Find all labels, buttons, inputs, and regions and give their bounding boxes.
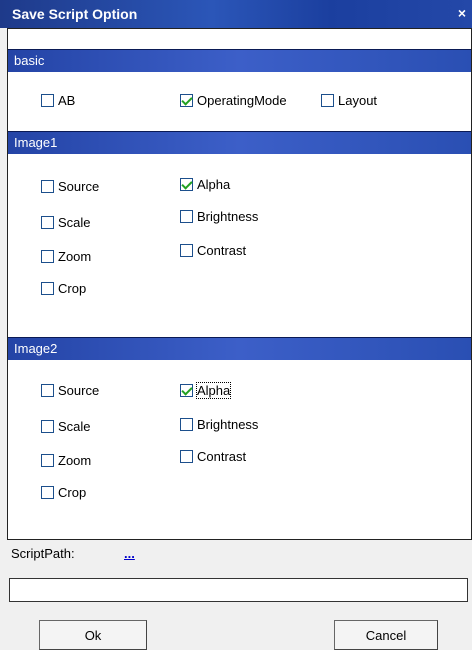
section-header: Image2 xyxy=(8,337,471,360)
checkbox-icon[interactable] xyxy=(41,420,54,433)
checkbox-icon[interactable] xyxy=(41,282,54,295)
checkbox-label: Layout xyxy=(338,93,378,108)
checkbox-icon[interactable] xyxy=(180,418,193,431)
checkbox-image1-source[interactable]: Source xyxy=(41,179,99,194)
checkbox-icon[interactable] xyxy=(41,250,54,263)
checkbox-icon[interactable] xyxy=(41,180,54,193)
checkbox-icon[interactable] xyxy=(180,384,193,397)
window-title: Save Script Option xyxy=(12,6,138,22)
title-bar: Save Script Option × xyxy=(0,0,472,28)
section-image1: Image1 xyxy=(8,131,471,154)
checkbox-label: Contrast xyxy=(197,243,247,258)
checkbox-image2-scale[interactable]: Scale xyxy=(41,419,91,434)
checkbox-image1-brightness[interactable]: Brightness xyxy=(180,209,258,224)
checkbox-image1-crop[interactable]: Crop xyxy=(41,281,86,296)
checkbox-image2-source[interactable]: Source xyxy=(41,383,99,398)
checkbox-label: Crop xyxy=(58,485,87,500)
checkbox-icon[interactable] xyxy=(41,94,54,107)
checkbox-label: Alpha xyxy=(197,177,231,192)
checkbox-image2-brightness[interactable]: Brightness xyxy=(180,417,258,432)
checkbox-icon[interactable] xyxy=(41,384,54,397)
checkbox-icon[interactable] xyxy=(180,178,193,191)
checkbox-icon[interactable] xyxy=(180,94,193,107)
close-icon[interactable]: × xyxy=(458,5,466,21)
checkbox-icon[interactable] xyxy=(180,450,193,463)
checkbox-basic-ab[interactable]: AB xyxy=(41,93,75,108)
checkbox-icon[interactable] xyxy=(321,94,334,107)
script-path-input[interactable] xyxy=(9,578,468,602)
section-header: Image1 xyxy=(8,131,471,154)
checkbox-image2-zoom[interactable]: Zoom xyxy=(41,453,91,468)
checkbox-label: Scale xyxy=(58,419,91,434)
checkbox-label: Scale xyxy=(58,215,91,230)
checkbox-label: Crop xyxy=(58,281,87,296)
checkbox-label: Zoom xyxy=(58,453,92,468)
checkbox-label: AB xyxy=(58,93,76,108)
checkbox-image1-alpha[interactable]: Alpha xyxy=(180,177,230,192)
script-path-label: ScriptPath: xyxy=(11,546,75,561)
ok-button[interactable]: Ok xyxy=(39,620,147,650)
options-panel: basic AB OperatingMode Layout Image1 Sou… xyxy=(7,28,472,540)
checkbox-icon[interactable] xyxy=(180,244,193,257)
checkbox-image2-alpha[interactable]: Alpha xyxy=(180,382,232,399)
checkbox-label: Zoom xyxy=(58,249,92,264)
checkbox-label: OperatingMode xyxy=(197,93,287,108)
checkbox-label: Source xyxy=(58,383,100,398)
checkbox-image2-contrast[interactable]: Contrast xyxy=(180,449,246,464)
checkbox-basic-operatingmode[interactable]: OperatingMode xyxy=(180,93,287,108)
section-image2: Image2 xyxy=(8,337,471,360)
checkbox-label: Brightness xyxy=(197,209,259,224)
browse-link[interactable]: ... xyxy=(124,546,135,561)
checkbox-label: Source xyxy=(58,179,100,194)
checkbox-icon[interactable] xyxy=(41,454,54,467)
checkbox-label: Contrast xyxy=(197,449,247,464)
checkbox-label: Alpha xyxy=(195,382,232,399)
checkbox-basic-layout[interactable]: Layout xyxy=(321,93,377,108)
checkbox-image1-scale[interactable]: Scale xyxy=(41,215,91,230)
section-header: basic xyxy=(8,49,471,72)
checkbox-image2-crop[interactable]: Crop xyxy=(41,485,86,500)
checkbox-icon[interactable] xyxy=(41,216,54,229)
checkbox-image1-contrast[interactable]: Contrast xyxy=(180,243,246,258)
checkbox-icon[interactable] xyxy=(41,486,54,499)
cancel-button[interactable]: Cancel xyxy=(334,620,438,650)
checkbox-label: Brightness xyxy=(197,417,259,432)
checkbox-icon[interactable] xyxy=(180,210,193,223)
section-basic: basic xyxy=(8,49,471,72)
checkbox-image1-zoom[interactable]: Zoom xyxy=(41,249,91,264)
